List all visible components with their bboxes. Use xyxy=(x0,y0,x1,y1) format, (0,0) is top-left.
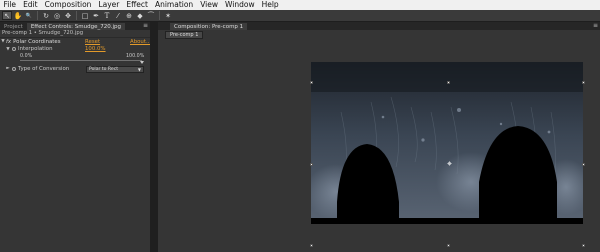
menu-edit[interactable]: Edit xyxy=(20,0,42,10)
conversion-label: Type of Conversion xyxy=(18,65,70,72)
effect-name: Polar Coordinates xyxy=(13,38,61,45)
twirl-right-icon[interactable]: ► xyxy=(5,66,11,71)
slider-max-label: 100.0% xyxy=(126,53,145,59)
about-link[interactable]: About... xyxy=(130,39,151,45)
layer-handle[interactable] xyxy=(582,244,585,247)
layer-handle[interactable] xyxy=(310,81,313,84)
layer-handle[interactable] xyxy=(447,244,450,247)
toolbar-divider xyxy=(37,11,38,20)
slider-min-label: 0.0% xyxy=(20,53,33,59)
comp-flow-button[interactable]: Pre-comp 1 xyxy=(165,31,204,39)
menu-animation[interactable]: Animation xyxy=(151,0,196,10)
layer-handle[interactable] xyxy=(447,81,450,84)
stopwatch-icon[interactable] xyxy=(12,66,16,71)
fx-icon[interactable]: fx xyxy=(6,39,11,45)
pen-icon[interactable]: ✒ xyxy=(91,11,101,20)
toolbar-divider xyxy=(159,11,160,20)
tools-toolbar: ↖ ✋ 🔍 ↻ ◎ ✥ □ ✒ T ⁄ ⊕ ◆ ⁀ ✶ xyxy=(0,10,600,22)
pan-behind-icon[interactable]: ✥ xyxy=(63,11,73,20)
panel-divider[interactable] xyxy=(150,22,158,252)
layer-handle[interactable] xyxy=(582,163,585,166)
tab-effect-controls[interactable]: Effect Controls: Smudge_720.jpg xyxy=(26,23,125,30)
layer-image[interactable] xyxy=(311,62,583,224)
rectangle-mask-icon[interactable]: □ xyxy=(80,11,90,20)
conversion-type-dropdown[interactable]: Polar to Rect ▼ xyxy=(86,65,144,73)
menu-help[interactable]: Help xyxy=(258,0,282,10)
layer-handle[interactable] xyxy=(582,81,585,84)
layer-handle[interactable] xyxy=(310,244,313,247)
conversion-row: ► Type of Conversion Polar to Rect ▼ xyxy=(0,64,150,73)
menu-window[interactable]: Window xyxy=(222,0,259,10)
comp-tab-row: Composition: Pre-comp 1 ≡ xyxy=(158,22,600,30)
hand-icon[interactable]: ✋ xyxy=(13,11,23,20)
brush-icon[interactable]: ⁄ xyxy=(113,11,123,20)
panel-menu-icon[interactable]: ≡ xyxy=(143,22,148,29)
tab-project[interactable]: Project xyxy=(0,23,27,30)
menu-composition[interactable]: Composition xyxy=(41,0,95,10)
interpolation-value[interactable]: 100.0% xyxy=(85,46,106,52)
comp-flow-row: Pre-comp 1 xyxy=(158,30,600,40)
interpolation-slider-track[interactable] xyxy=(20,60,142,61)
roto-brush-icon[interactable]: ⁀ xyxy=(146,11,156,20)
left-tab-row: Project Effect Controls: Smudge_720.jpg … xyxy=(0,22,150,30)
puppet-pin-icon[interactable]: ✶ xyxy=(163,11,173,20)
chevron-down-icon: ▼ xyxy=(137,66,141,72)
camera-orbit-icon[interactable]: ◎ xyxy=(52,11,62,20)
type-icon[interactable]: T xyxy=(102,11,112,20)
menu-layer[interactable]: Layer xyxy=(95,0,123,10)
layer-handle[interactable] xyxy=(310,163,313,166)
twirl-down-icon[interactable]: ▼ xyxy=(5,47,11,52)
menu-effect[interactable]: Effect xyxy=(123,0,152,10)
effect-header-row: ▼ fx Polar Coordinates Reset About... xyxy=(0,38,151,46)
pointer-icon[interactable]: ↖ xyxy=(2,11,12,20)
toolbar-divider xyxy=(76,11,77,20)
menu-bar: File Edit Composition Layer Effect Anima… xyxy=(0,0,600,10)
menu-view[interactable]: View xyxy=(197,0,222,10)
rotate-icon[interactable]: ↻ xyxy=(41,11,51,20)
composition-panel: Composition: Pre-comp 1 ≡ Pre-comp 1 xyxy=(158,22,600,252)
eraser-icon[interactable]: ◆ xyxy=(135,11,145,20)
effect-controls-panel: Project Effect Controls: Smudge_720.jpg … xyxy=(0,22,151,252)
reset-link[interactable]: Reset xyxy=(85,39,100,45)
effect-controls-subtitle: Pre-comp 1 • Smudge_720.jpg xyxy=(0,30,150,38)
clone-stamp-icon[interactable]: ⊕ xyxy=(124,11,134,20)
interpolation-label: Interpolation xyxy=(18,46,53,53)
tab-composition[interactable]: Composition: Pre-comp 1 xyxy=(170,23,248,30)
zoom-icon[interactable]: 🔍 xyxy=(24,11,34,20)
anchor-point-icon[interactable] xyxy=(447,161,452,166)
menu-file[interactable]: File xyxy=(0,0,20,10)
interpolation-row: ▼ Interpolation 100.0% xyxy=(0,46,150,54)
smudge-image xyxy=(311,62,583,224)
stopwatch-icon[interactable] xyxy=(12,47,16,52)
panel-menu-icon[interactable]: ≡ xyxy=(593,22,598,29)
conversion-type-value: Polar to Rect xyxy=(89,66,119,72)
